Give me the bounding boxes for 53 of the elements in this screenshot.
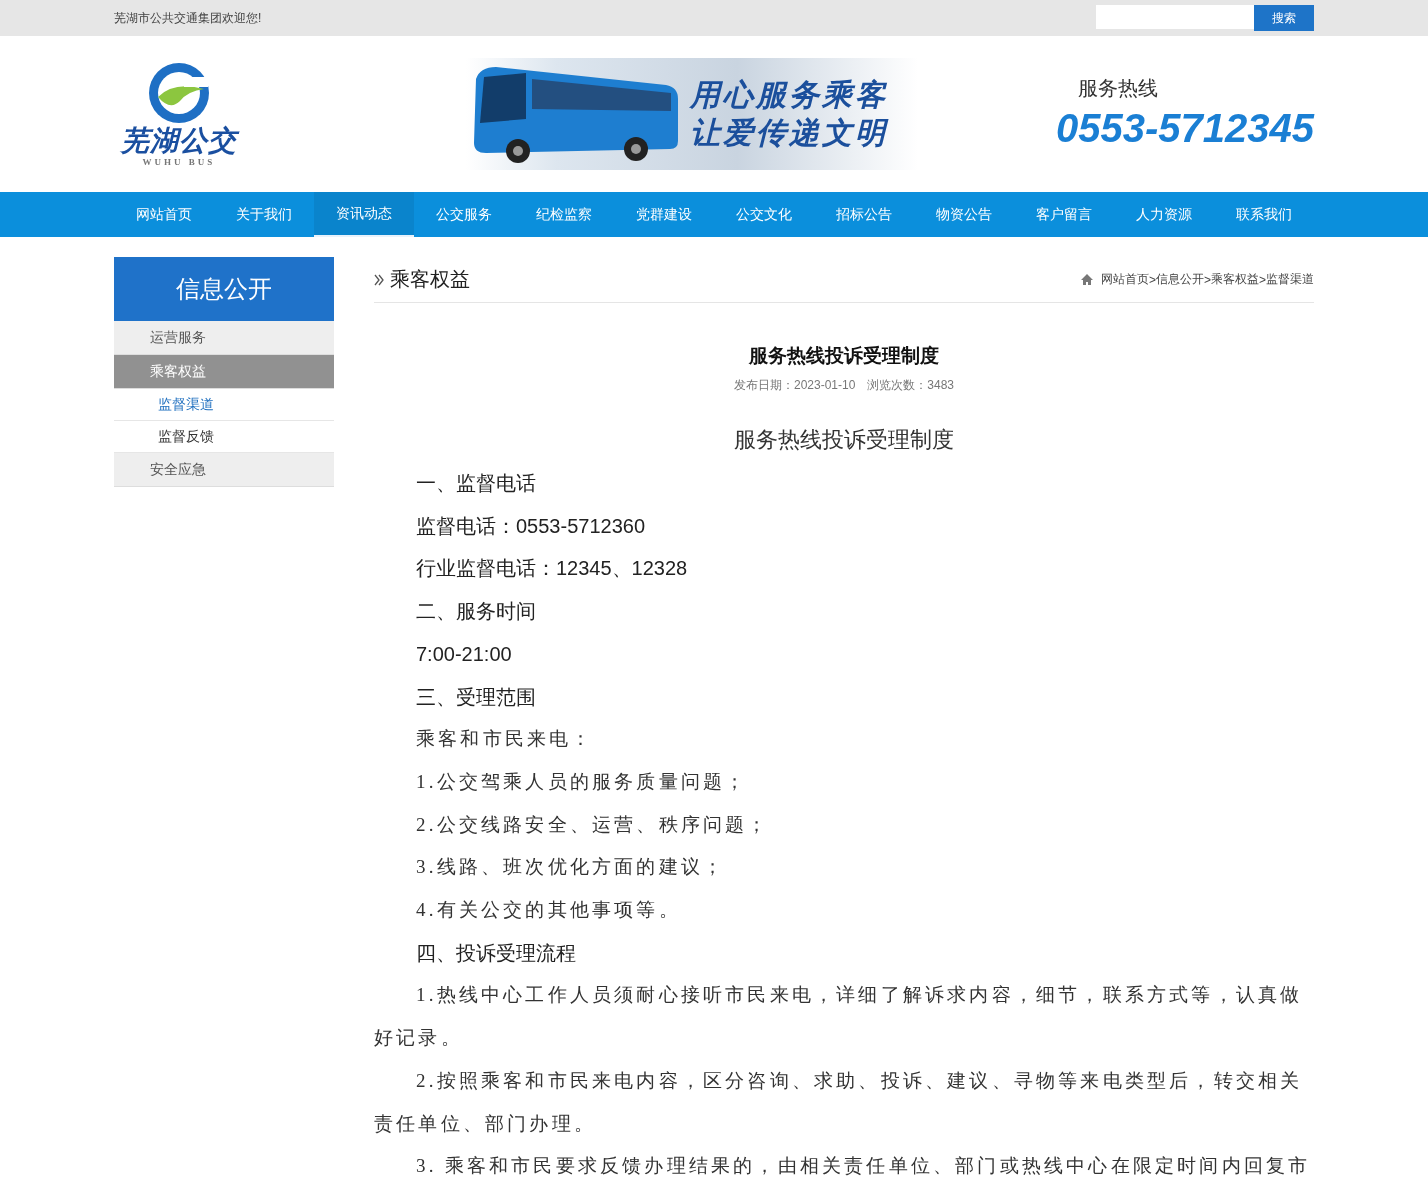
nav-link[interactable]: 人力资源 (1114, 192, 1214, 237)
content-line: 四、投诉受理流程 (415, 940, 577, 966)
nav-link[interactable]: 公交文化 (714, 192, 814, 237)
content-paragraph: 乘客和市民来电： (415, 727, 595, 752)
nav-link[interactable]: 关于我们 (214, 192, 314, 237)
hotline-number: 0553-5712345 (1055, 104, 1314, 152)
nav-link[interactable]: 党群建设 (614, 192, 714, 237)
content-paragraph: 3.线路、班次优化方面的建议； (415, 855, 727, 880)
content-line: 监督电话：0553-5712360 (415, 513, 646, 539)
nav-link[interactable]: 物资公告 (914, 192, 1014, 237)
sidebar-item[interactable]: 运营服务 (114, 321, 334, 355)
breadcrumb-separator: > (1148, 272, 1156, 287)
section-title: 乘客权益 (390, 267, 470, 292)
content-line: 一、监督电话 (415, 471, 537, 496)
sidebar-item[interactable]: 安全应急 (114, 453, 334, 487)
sidebar-title: 信息公开 (114, 257, 334, 321)
welcome-text: 芜湖市公共交通集团欢迎您! (114, 9, 262, 27)
breadcrumb-separator: > (1203, 272, 1211, 287)
content-paragraph: 2.公交线路安全、运营、秩序问题； (415, 812, 771, 837)
home-icon (1080, 274, 1093, 285)
search-field[interactable] (1096, 5, 1254, 29)
publish-date: 发布日期：2023-01-10 (733, 377, 856, 394)
nav-link[interactable]: 网站首页 (114, 192, 214, 237)
content-title: 服务热线投诉受理制度 (733, 426, 955, 454)
nav-link[interactable]: 资讯动态 (314, 192, 414, 237)
nav-link[interactable]: 纪检监察 (514, 192, 614, 237)
sidebar-item[interactable]: 乘客权益 (114, 355, 334, 389)
logo-subtext: WUHU BUS (142, 157, 216, 167)
content-paragraph: 1.公交驾乘人员的服务质量问题； (415, 769, 749, 794)
double-chevron-icon (374, 273, 384, 286)
breadcrumb-link[interactable]: 网站首页 (1100, 271, 1149, 288)
nav-link[interactable]: 客户留言 (1014, 192, 1114, 237)
search-button[interactable]: 搜索 (1254, 5, 1314, 31)
content-line: 行业监督电话：12345、12328 (415, 556, 689, 582)
hotline-label: 服务热线 (1077, 75, 1158, 101)
content-line: 二、服务时间 (415, 599, 537, 625)
nav-link[interactable]: 招标公告 (814, 192, 914, 237)
breadcrumb-separator: > (1259, 272, 1266, 287)
content-paragraph: 4.有关公交的其他事项等。 (415, 898, 682, 923)
content-line: 三、受理范围 (415, 684, 537, 710)
article-title: 服务热线投诉受理制度 (748, 344, 940, 368)
banner-slogan: 让爱传递文明 (690, 115, 888, 151)
nav-link[interactable]: 公交服务 (414, 192, 514, 237)
content-paragraph: 1.热线中心工作人员须耐心接听市民来电，详细了解诉求内容，细节，联系方式等，认真做好记录。 (374, 983, 1304, 1051)
content-paragraph: 3. 乘客和市民要求反馈办理结果的，由相关责任单位、部门或热线中心在限定时间内回复市 (415, 1154, 1312, 1179)
content-line: 7:00-21:00 (415, 641, 513, 667)
breadcrumb-link[interactable]: 信息公开 (1155, 271, 1204, 288)
breadcrumb-link[interactable]: 监督渠道 (1266, 271, 1314, 288)
view-count: 浏览次数：3483 (867, 377, 955, 394)
banner-slogan: 用心服务乘客 (690, 77, 888, 113)
breadcrumb-link[interactable]: 乘客权益 (1211, 271, 1259, 288)
nav-link[interactable]: 联系我们 (1214, 192, 1314, 237)
content-paragraph: 2.按照乘客和市民来电内容，区分咨询、求助、投诉、建议、寻物等来电类型后，转交相关责任单位、部门办理。 (374, 1068, 1304, 1136)
